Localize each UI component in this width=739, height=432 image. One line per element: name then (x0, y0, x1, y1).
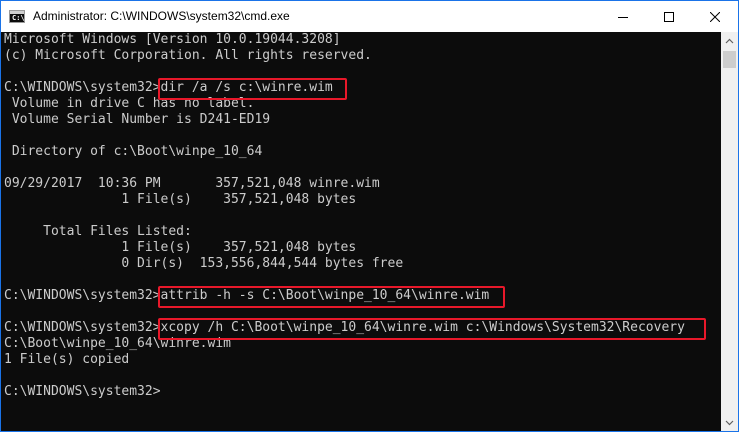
console-line: 1 File(s) 357,521,048 bytes (4, 192, 357, 207)
chevron-up-icon (725, 38, 734, 43)
console-line: 09/29/2017 10:36 PM 357,521,048 winre.wi… (4, 176, 380, 191)
minimize-icon (618, 16, 628, 18)
maximize-button[interactable] (646, 1, 692, 32)
console-line: Volume Serial Number is D241-ED19 (4, 112, 271, 127)
console-output[interactable]: Microsoft Windows [Version 10.0.19044.32… (1, 32, 721, 431)
xcopy-command-highlight (158, 318, 706, 340)
scroll-down-button[interactable] (721, 414, 738, 431)
console-line: Total Files Listed: (4, 224, 192, 239)
console-line: 1 File(s) 357,521,048 bytes (4, 240, 357, 255)
maximize-icon (664, 11, 674, 22)
console-line: (c) Microsoft Corporation. All rights re… (4, 48, 372, 63)
cmd-window: C:\ Administrator: C:\WINDOWS\system32\c… (0, 0, 739, 432)
console-line: 1 File(s) copied (4, 352, 130, 367)
close-button[interactable] (692, 1, 738, 32)
cmd-icon-glyph: C:\ (12, 14, 25, 22)
console-line: 0 Dir(s) 153,556,844,544 bytes free (4, 256, 404, 271)
console-line: C:\WINDOWS\system32> (4, 384, 161, 399)
console-line: Microsoft Windows [Version 10.0.19044.32… (4, 32, 341, 47)
scroll-up-button[interactable] (721, 32, 738, 49)
title-bar[interactable]: C:\ Administrator: C:\WINDOWS\system32\c… (1, 1, 738, 32)
chevron-down-icon (725, 420, 734, 425)
scrollbar-thumb[interactable] (723, 51, 736, 68)
vertical-scrollbar[interactable] (721, 32, 738, 431)
window-title: Administrator: C:\WINDOWS\system32\cmd.e… (33, 9, 290, 23)
console-line: Directory of c:\Boot\winpe_10_64 (4, 144, 263, 159)
close-icon (710, 11, 720, 22)
attrib-command-highlight (158, 286, 505, 308)
cmd-icon[interactable]: C:\ (9, 10, 25, 23)
minimize-button[interactable] (600, 1, 646, 32)
dir-command-highlight (158, 78, 347, 100)
